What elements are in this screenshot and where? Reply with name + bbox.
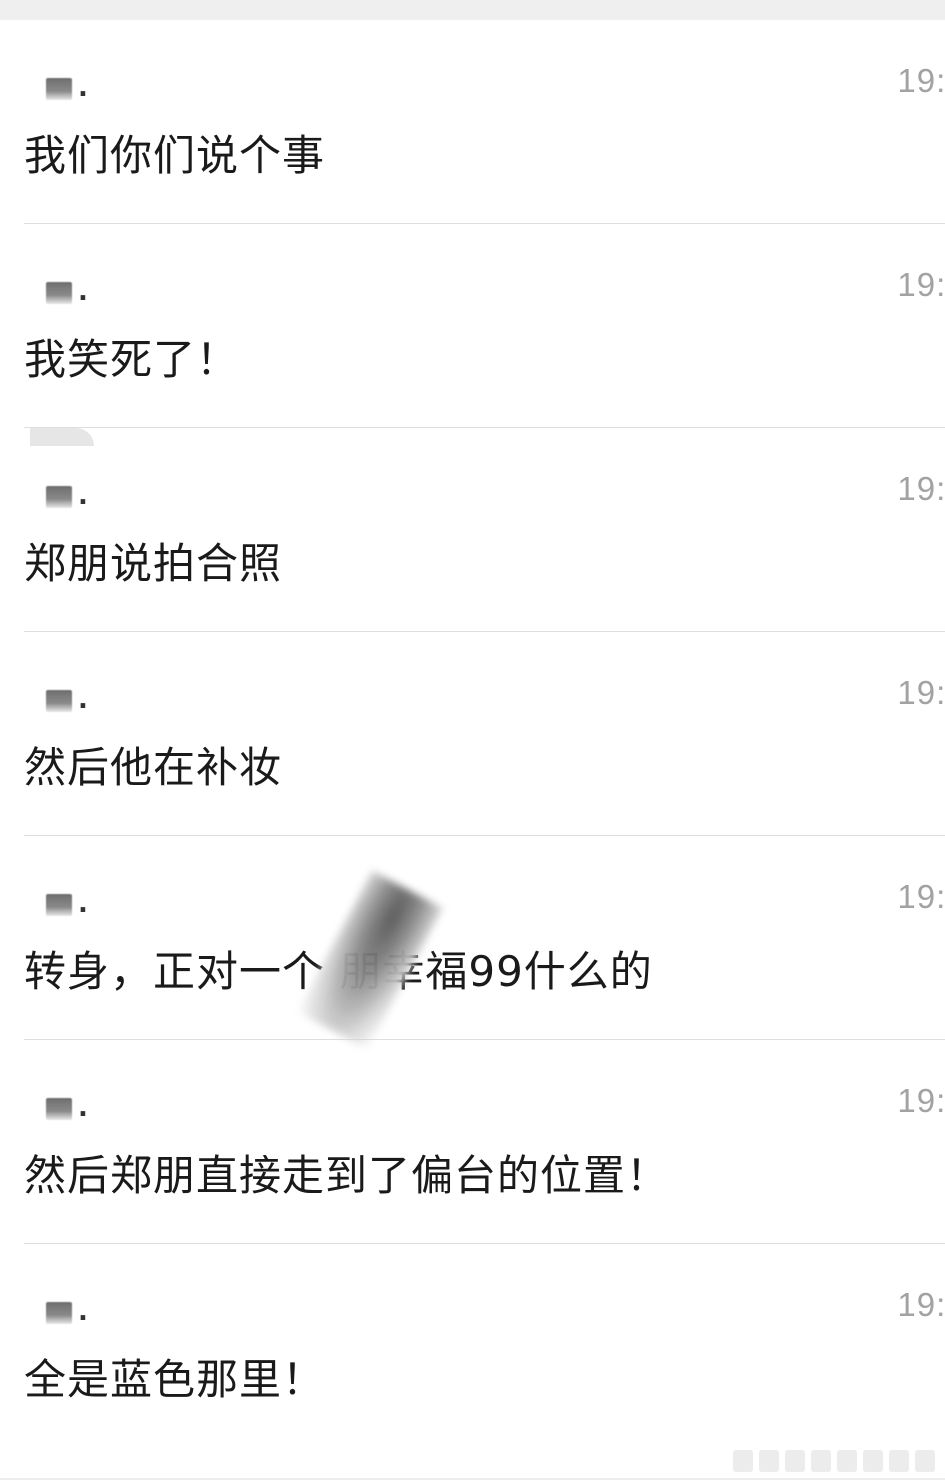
blurred-avatar-icon (46, 1302, 72, 1324)
sender-dot: . (78, 277, 88, 307)
sender-dot: . (78, 1297, 88, 1327)
watermark-block (733, 1450, 753, 1472)
message-item[interactable]: . 19:49 我们你们说个事 (24, 20, 945, 224)
message-time: 19:49 (897, 266, 945, 303)
sender: . (24, 474, 88, 511)
message-time: 19:49 (897, 62, 945, 99)
message-text: 郑朋说拍合照 (24, 539, 283, 588)
sender-dot: . (78, 481, 88, 511)
message-time: 19:50 (897, 878, 945, 915)
message-text: 我笑死了！ (24, 335, 240, 384)
message-item[interactable]: . 19:50 然后他在补妆 (24, 632, 945, 836)
watermark-block (889, 1450, 909, 1472)
message-item[interactable]: . 19:50 全是蓝色那里！ (24, 1244, 945, 1448)
watermark-block (863, 1450, 883, 1472)
message-item[interactable]: . 19:49 郑朋说拍合照 (24, 428, 945, 632)
top-bar (0, 0, 945, 20)
watermark-icon (733, 1448, 935, 1474)
blurred-avatar-icon (46, 690, 72, 712)
corner-mark (30, 428, 94, 446)
sender-dot: . (78, 889, 88, 919)
message-text: 然后他在补妆 (24, 743, 283, 792)
sender: . (24, 1290, 88, 1327)
message-time: 19:50 (897, 674, 945, 711)
blurred-avatar-icon (46, 78, 72, 100)
blurred-avatar-icon (46, 486, 72, 508)
sender: . (24, 678, 88, 715)
sender: . (24, 66, 88, 103)
sender: . (24, 1086, 88, 1123)
sender-dot: . (78, 1093, 88, 1123)
message-text: 然后郑朋直接走到了偏台的位置！ (24, 1151, 670, 1200)
blurred-avatar-icon (46, 1098, 72, 1120)
message-text: 全是蓝色那里！ (24, 1355, 326, 1404)
watermark-block (785, 1450, 805, 1472)
message-time: 19:50 (897, 1286, 945, 1323)
message-item[interactable]: . 19:50 转身，正对一个 朋幸福99什么的 (24, 836, 945, 1040)
watermark-block (837, 1450, 857, 1472)
sender: . (24, 270, 88, 307)
message-text: 我们你们说个事 (24, 131, 326, 180)
watermark-block (915, 1450, 935, 1472)
sender-dot: . (78, 685, 88, 715)
sender-dot: . (78, 73, 88, 103)
message-list[interactable]: . 19:49 我们你们说个事 . 19:49 我笑死了！ . 19:49 郑朋… (0, 20, 945, 1448)
blurred-avatar-icon (46, 894, 72, 916)
watermark-block (811, 1450, 831, 1472)
message-time: 19:49 (897, 470, 945, 507)
message-item[interactable]: . 19:49 我笑死了！ (24, 224, 945, 428)
watermark-block (759, 1450, 779, 1472)
blurred-avatar-icon (46, 282, 72, 304)
message-item[interactable]: . 19:50 然后郑朋直接走到了偏台的位置！ (24, 1040, 945, 1244)
message-time: 19:50 (897, 1082, 945, 1119)
sender: . (24, 882, 88, 919)
